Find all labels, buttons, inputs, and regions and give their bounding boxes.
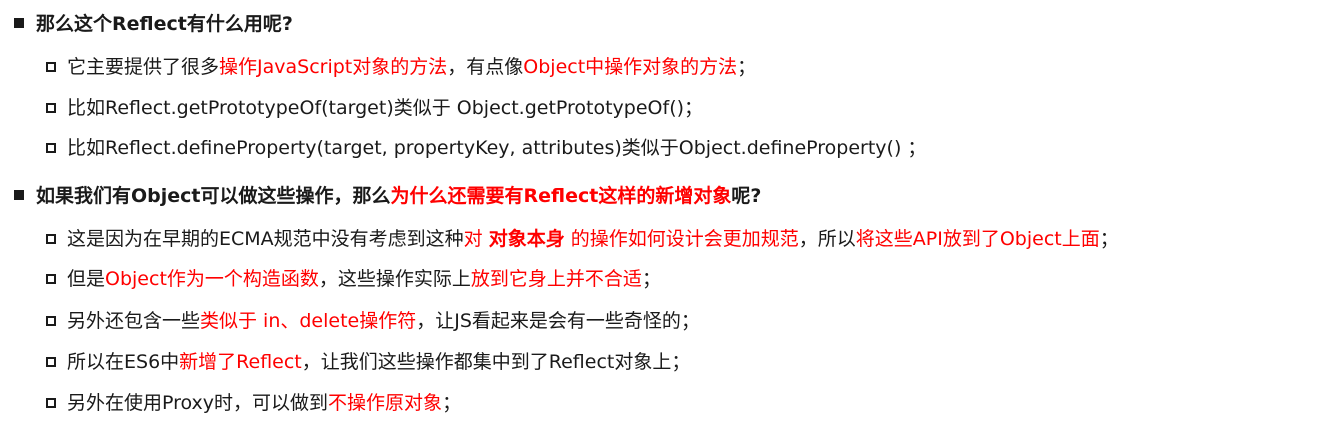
section-2-item-3: 另外还包含一些类似于 in、delete操作符，让JS看起来是会有一些奇怪的；	[46, 307, 700, 335]
highlight-segment: 类似于 in、delete操作符	[200, 310, 417, 332]
text-segment: ；	[641, 268, 661, 290]
text-segment: 比如Reflect.defineProperty(target, propert…	[67, 137, 927, 159]
filled-square-bullet-icon	[14, 190, 24, 200]
filled-square-bullet-icon	[14, 18, 24, 28]
hollow-square-bullet-icon	[46, 62, 56, 72]
highlight-segment: Object作为一个构造函数	[105, 268, 319, 290]
section-1-heading: 那么这个Reflect有什么用呢?	[14, 10, 293, 38]
text-segment: ；	[737, 56, 757, 78]
highlight-segment: 新增了Reflect	[179, 351, 302, 373]
highlight-segment: 将这些API放到了Object上面	[855, 228, 1100, 250]
text-segment: ，有点像	[447, 56, 524, 78]
highlight-segment: 放到它身上并不合适	[470, 268, 642, 290]
document-body: 那么这个Reflect有什么用呢? 它主要提供了很多操作JavaScript对象…	[0, 0, 1319, 428]
hollow-square-bullet-icon	[46, 274, 56, 284]
text-segment: ，让我们这些操作都集中到了Reflect对象上；	[301, 351, 691, 373]
hollow-square-bullet-icon	[46, 398, 56, 408]
section-2-heading: 如果我们有Object可以做这些操作，那么为什么还需要有Reflect这样的新增…	[14, 182, 761, 210]
highlight-segment: Object中操作对象的方法	[523, 56, 738, 78]
text-segment: 比如Reflect.getPrototypeOf(target)类似于 Obje…	[67, 97, 704, 119]
highlight-segment: 操作JavaScript对象的方法	[219, 56, 448, 78]
text-segment: 另外还包含一些	[67, 310, 201, 332]
section-2-item-2: 但是Object作为一个构造函数，这些操作实际上放到它身上并不合适；	[46, 265, 661, 293]
text-segment: 另外在使用Proxy时，可以做到	[67, 392, 329, 414]
section-2-item-1: 这是因为在早期的ECMA规范中没有考虑到这种对 对象本身 的操作如何设计会更加规…	[46, 225, 1119, 253]
text-segment: 所以在ES6中	[67, 351, 180, 373]
hollow-square-bullet-icon	[46, 143, 56, 153]
section-1-item-2: 比如Reflect.getPrototypeOf(target)类似于 Obje…	[46, 94, 703, 122]
highlight-bold-segment: 对象本身	[488, 228, 565, 250]
hollow-square-bullet-icon	[46, 103, 56, 113]
text-segment: 呢?	[731, 185, 762, 207]
text-segment: ，所以	[798, 228, 856, 250]
section-1-item-3: 比如Reflect.defineProperty(target, propert…	[46, 134, 926, 162]
highlight-segment: 不操作原对象	[328, 392, 443, 414]
text-segment: ；	[1099, 228, 1119, 250]
text-segment: 但是	[67, 268, 106, 290]
text-segment: 如果我们有Object可以做这些操作，那么	[36, 185, 391, 207]
text-segment: 它主要提供了很多	[67, 56, 220, 78]
text-segment: ，这些操作实际上	[318, 268, 471, 290]
highlight-segment: 的操作如何设计会更加规范	[564, 228, 799, 250]
hollow-square-bullet-icon	[46, 316, 56, 326]
hollow-square-bullet-icon	[46, 234, 56, 244]
highlight-segment: 为什么还需要有Reflect这样的新增对象	[390, 185, 732, 207]
text-segment: 这是因为在早期的ECMA规范中没有考虑到这种	[67, 228, 464, 250]
section-1-item-1: 它主要提供了很多操作JavaScript对象的方法，有点像Object中操作对象…	[46, 53, 756, 81]
section-2-item-4: 所以在ES6中新增了Reflect，让我们这些操作都集中到了Reflect对象上…	[46, 348, 690, 376]
text-segment: ，让JS看起来是会有一些奇怪的；	[416, 310, 700, 332]
hollow-square-bullet-icon	[46, 357, 56, 367]
text-segment: 那么这个Reflect有什么用呢?	[36, 13, 293, 35]
text-segment: ；	[442, 392, 462, 414]
highlight-segment: 对	[463, 228, 489, 250]
section-2-item-5: 另外在使用Proxy时，可以做到不操作原对象；	[46, 389, 461, 417]
